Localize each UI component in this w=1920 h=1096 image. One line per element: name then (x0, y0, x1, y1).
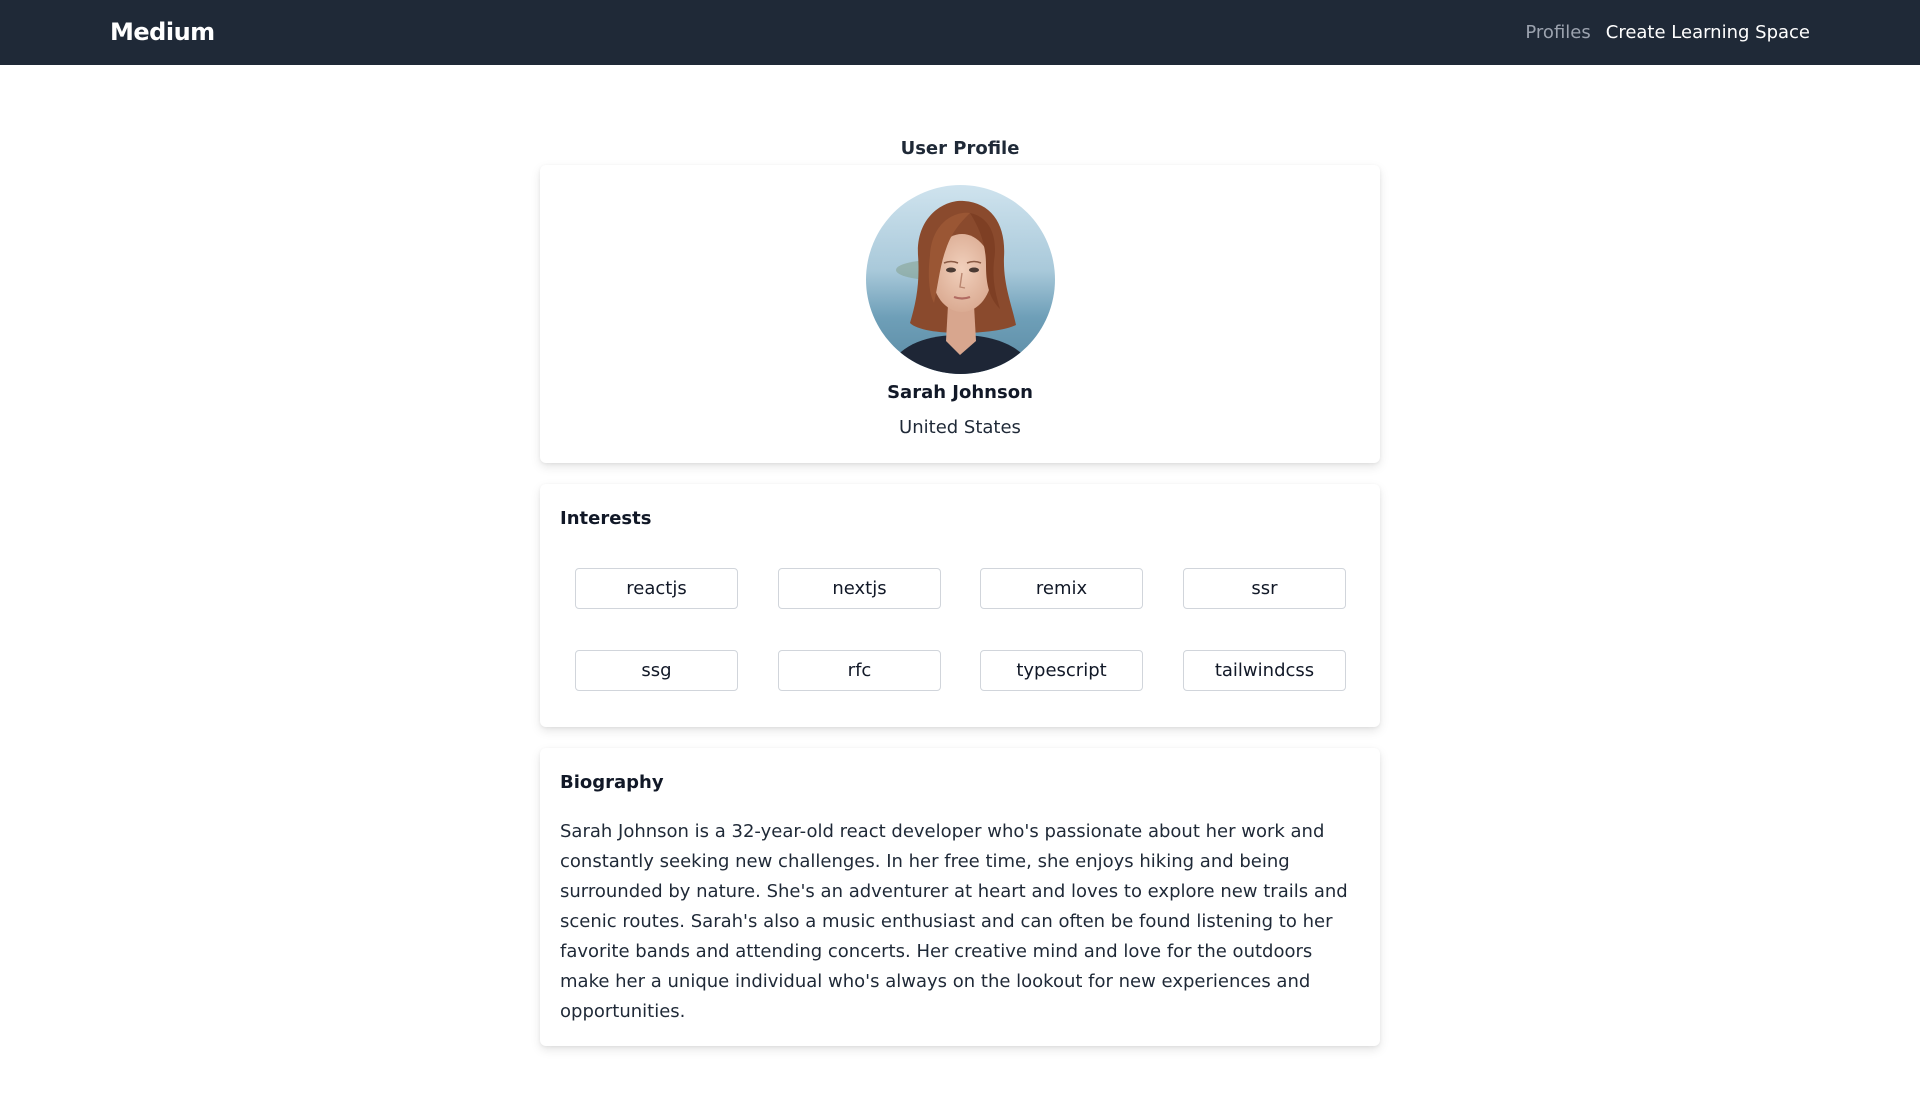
biography-card: Biography Sarah Johnson is a 32-year-old… (540, 748, 1380, 1046)
interests-title: Interests (560, 508, 652, 529)
interest-tag-ssr[interactable]: ssr (1183, 568, 1346, 609)
brand-logo[interactable]: Medium (110, 18, 215, 46)
interest-tag-reactjs[interactable]: reactjs (575, 568, 738, 609)
interest-tag-rfc[interactable]: rfc (778, 650, 941, 691)
top-navbar: Medium Profiles Create Learning Space (0, 0, 1920, 65)
biography-title: Biography (560, 772, 664, 793)
nav-links: Profiles Create Learning Space (1525, 22, 1810, 43)
nav-link-create-learning-space[interactable]: Create Learning Space (1606, 22, 1810, 43)
interest-tag-tailwindcss[interactable]: tailwindcss (1183, 650, 1346, 691)
user-avatar-photo-icon (866, 185, 1055, 374)
interest-tag-nextjs[interactable]: nextjs (778, 568, 941, 609)
page-title: User Profile (900, 138, 1020, 159)
interest-tag-typescript[interactable]: typescript (980, 650, 1143, 691)
profile-card: Sarah Johnson United States (540, 165, 1380, 463)
profile-name: Sarah Johnson (887, 382, 1033, 403)
nav-link-profiles[interactable]: Profiles (1525, 22, 1590, 43)
biography-text: Sarah Johnson is a 32-year-old react dev… (560, 821, 1348, 1022)
interest-tag-ssg[interactable]: ssg (575, 650, 738, 691)
profile-country: United States (899, 417, 1021, 438)
interest-tag-remix[interactable]: remix (980, 568, 1143, 609)
interests-card: Interests reactjs nextjs remix ssr ssg r… (540, 484, 1380, 727)
avatar (866, 185, 1055, 374)
